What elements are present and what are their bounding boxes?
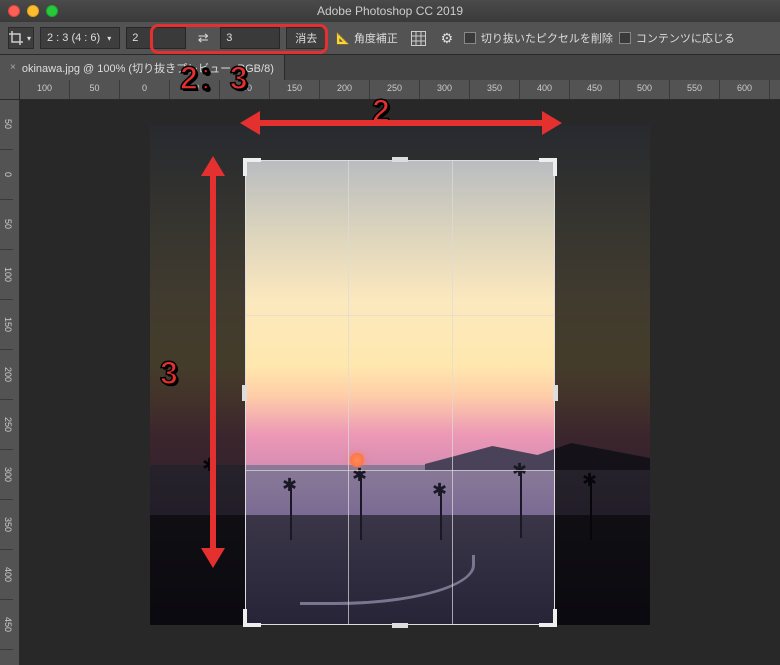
window-titlebar: Adobe Photoshop CC 2019 (0, 0, 780, 22)
crop-handle-tl[interactable] (243, 158, 261, 176)
vertical-ruler: 50 0 50 100 150 200 250 300 350 400 450 … (0, 100, 20, 665)
chevron-down-icon: ▾ (25, 34, 33, 42)
crop-handle-top[interactable] (392, 157, 408, 162)
workspace: 100 50 0 50 100 150 200 250 300 350 400 … (0, 80, 780, 665)
swap-dimensions-button[interactable]: ⇄ (192, 27, 214, 49)
document-tabs: × okinawa.jpg @ 100% (切り抜きプレビュー, RGB/8) (0, 55, 780, 80)
straighten-button[interactable]: 📐 角度補正 (332, 27, 402, 49)
delete-pixels-label: 切り抜いたピクセルを削除 (481, 30, 613, 46)
document-tab[interactable]: × okinawa.jpg @ 100% (切り抜きプレビュー, RGB/8) (0, 55, 285, 80)
app-title: Adobe Photoshop CC 2019 (317, 4, 463, 18)
aspect-ratio-value: 2 : 3 (4 : 6) (47, 32, 100, 44)
crop-handle-bl[interactable] (243, 609, 261, 627)
crop-handle-bottom[interactable] (392, 623, 408, 628)
content-aware-option[interactable]: コンテンツに応じる (619, 30, 735, 46)
crop-handle-tr[interactable] (539, 158, 557, 176)
crop-tool-icon[interactable]: ▾ (8, 27, 34, 49)
crop-options-gear-icon[interactable]: ⚙ (436, 27, 458, 49)
canvas[interactable] (20, 100, 780, 665)
annotation-width-arrow (246, 120, 556, 126)
aspect-ratio-preset[interactable]: 2 : 3 (4 : 6) ▾ (40, 27, 120, 49)
crop-options-bar: ▾ 2 : 3 (4 : 6) ▾ ⇄ 消去 📐 角度補正 ⚙ 切り抜いたピクセ… (0, 22, 780, 55)
chevron-down-icon: ▾ (105, 34, 113, 42)
close-window-button[interactable] (8, 5, 20, 17)
minimize-window-button[interactable] (27, 5, 39, 17)
tab-filename: okinawa.jpg @ 100% (切り抜きプレビュー, RGB/8) (22, 60, 274, 76)
crop-height-input[interactable] (220, 27, 280, 49)
grid-overlay-button[interactable] (408, 27, 430, 49)
window-controls (8, 5, 58, 17)
close-tab-icon[interactable]: × (10, 62, 16, 73)
crop-handle-right[interactable] (553, 385, 558, 401)
straighten-icon: 📐 (336, 32, 350, 45)
crop-width-input[interactable] (126, 27, 186, 49)
maximize-window-button[interactable] (46, 5, 58, 17)
checkbox-icon (619, 32, 631, 44)
ruler-corner (0, 80, 20, 100)
horizontal-ruler: 100 50 0 50 100 150 200 250 300 350 400 … (20, 80, 780, 100)
checkbox-icon (464, 32, 476, 44)
crop-handle-br[interactable] (539, 609, 557, 627)
clear-button[interactable]: 消去 (286, 27, 326, 49)
crop-preview (245, 160, 555, 625)
delete-cropped-pixels-option[interactable]: 切り抜いたピクセルを削除 (464, 30, 613, 46)
content-aware-label: コンテンツに応じる (636, 30, 735, 46)
annotation-height-arrow (210, 162, 216, 562)
straighten-label: 角度補正 (354, 30, 398, 46)
crop-handle-left[interactable] (242, 385, 247, 401)
crop-region[interactable] (245, 160, 555, 625)
